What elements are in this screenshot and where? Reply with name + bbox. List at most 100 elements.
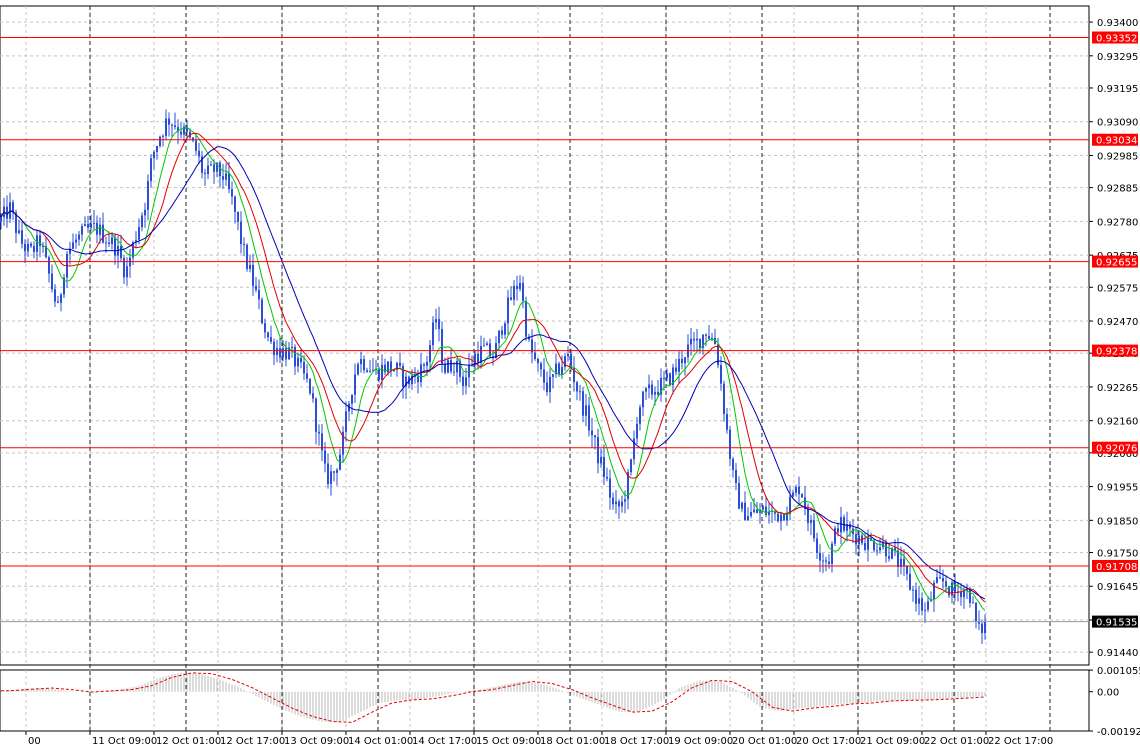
x-tick-label: 00 <box>28 736 41 747</box>
x-tick-label: 18 Oct 01:00 <box>540 736 605 747</box>
candle-body <box>18 230 20 233</box>
candle-body <box>816 538 818 553</box>
candle-body <box>330 471 332 485</box>
candle-body <box>93 222 95 224</box>
y-tick-label: 0.91955 <box>1097 483 1138 494</box>
candle-body <box>756 509 758 513</box>
candle-body <box>546 382 548 393</box>
candle-body <box>600 457 602 464</box>
candle-body <box>783 514 785 521</box>
candle-body <box>924 609 926 611</box>
candle-body <box>888 556 890 559</box>
candle-body <box>549 376 551 393</box>
candle-body <box>906 565 908 574</box>
candle-body <box>270 337 272 342</box>
candle-body <box>264 323 266 333</box>
candle-body <box>945 581 947 587</box>
candle-body <box>225 173 227 180</box>
candle-body <box>909 573 911 590</box>
candle-body <box>720 364 722 384</box>
candle-body <box>855 534 857 545</box>
candle-body <box>207 165 209 174</box>
candle-body <box>798 486 800 495</box>
candle-body <box>315 398 317 432</box>
candle-body <box>504 323 506 335</box>
candle-body <box>153 151 155 159</box>
price-chart[interactable]: 0.93400 0.93295 0.93195 0.93090 0.92985 0.928… <box>0 0 1140 754</box>
candle-body <box>795 486 797 493</box>
candle-body <box>558 363 560 375</box>
candle-body <box>51 273 53 290</box>
candle-body <box>210 164 212 166</box>
candle-body <box>513 285 515 300</box>
candle-body <box>642 391 644 408</box>
candle-body <box>141 215 143 228</box>
y-tick-label: 0.92470 <box>1097 317 1138 328</box>
candle-body <box>81 226 83 235</box>
candle-body <box>33 246 35 252</box>
candle-body <box>801 494 803 498</box>
candle-body <box>609 478 611 498</box>
candle-body <box>639 407 641 424</box>
candle-body <box>645 388 647 392</box>
candle-body <box>6 206 8 219</box>
candle-body <box>36 235 38 252</box>
candle-body <box>675 367 677 372</box>
candle-body <box>9 202 11 219</box>
candle-body <box>21 230 23 244</box>
candle-body <box>297 357 299 367</box>
candle-body <box>636 423 638 439</box>
x-tick-label: 14 Oct 17:00 <box>412 736 477 747</box>
candle-body <box>447 360 449 373</box>
candle-body <box>621 501 623 507</box>
candle-body <box>969 589 971 603</box>
level-label: 0.92655 <box>1096 258 1137 269</box>
candle-body <box>90 223 92 228</box>
candle-body <box>435 319 437 323</box>
x-tick-label: 22 Oct 17:00 <box>988 736 1053 747</box>
candle-body <box>486 343 488 346</box>
candle-body <box>231 189 233 197</box>
candle-body <box>195 140 197 151</box>
candle-body <box>831 543 833 564</box>
candle-body <box>750 511 752 517</box>
x-tick-label: 13 Oct 09:00 <box>284 736 349 747</box>
candle-body <box>732 458 734 470</box>
candle-body <box>456 360 458 373</box>
candle-body <box>879 547 881 551</box>
x-tick-label: 21 Oct 09:00 <box>860 736 925 747</box>
x-tick-label: 11 Oct 09:00 <box>92 736 157 747</box>
y-tick-label: 0.92575 <box>1097 283 1138 294</box>
candle-body <box>777 513 779 522</box>
level-label: 0.93352 <box>1096 34 1137 45</box>
chart-root: 0.93400 0.93295 0.93195 0.93090 0.92985 0.928… <box>0 0 1140 754</box>
candle-body <box>345 411 347 432</box>
candle-body <box>180 131 182 135</box>
candle-body <box>699 338 701 348</box>
candle-body <box>303 362 305 374</box>
candle-body <box>516 285 518 290</box>
candle-body <box>324 450 326 464</box>
candle-body <box>87 224 89 228</box>
candle-body <box>876 550 878 552</box>
x-tick-label: 22 Oct 01:00 <box>924 736 989 747</box>
candle-body <box>792 492 794 497</box>
y-tick-label: 0.91645 <box>1097 582 1138 593</box>
macd-tick-label: -0.001921 <box>1097 727 1140 738</box>
candle-body <box>198 150 200 157</box>
candle-body <box>285 348 287 360</box>
candle-body <box>501 330 503 335</box>
y-tick-label: 0.92885 <box>1097 184 1138 195</box>
candle-body <box>981 623 983 634</box>
level-label: 0.92378 <box>1096 347 1137 358</box>
candle-body <box>162 135 164 137</box>
y-tick-label: 0.91440 <box>1097 648 1138 659</box>
candle-body <box>480 346 482 363</box>
candle-body <box>921 598 923 611</box>
candle-body <box>684 357 686 364</box>
candle-body <box>591 430 593 436</box>
candle-body <box>984 621 986 634</box>
candle-body <box>810 520 812 523</box>
candle-body <box>126 266 128 278</box>
candle-body <box>312 393 314 399</box>
